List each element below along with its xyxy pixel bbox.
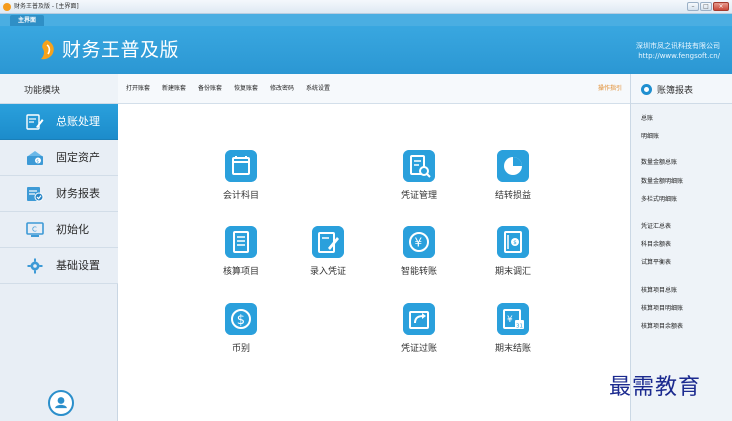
right-panel-header: 账簿报表 [631,74,732,104]
right-panel: 账簿报表 总账 明细账 数量金额总账 数量金额明细账 多栏式明细账 凭证汇总表 … [630,74,732,421]
svg-text:$: $ [237,313,245,328]
tile-label: 结转损益 [494,191,531,201]
tile-label: 核算项目 [222,267,259,277]
sidebar-item-general-ledger[interactable]: 总账处理 [0,104,118,140]
brand-logo-icon [41,40,54,60]
sidebar-item-basic-settings[interactable]: 基础设置 [0,248,118,284]
tab-main[interactable]: 主界面 [10,15,45,26]
pie-chart-icon [497,150,529,182]
tile-voucher-posting[interactable]: 凭证过账 [383,303,453,363]
sidebar-item-label: 财务报表 [56,187,100,200]
report-link[interactable]: 凭证汇总表 [641,222,671,231]
fixed-assets-icon: $ [27,151,43,165]
report-link[interactable]: 试算平衡表 [641,258,671,267]
close-button[interactable]: × [713,2,729,11]
tile-voucher-management[interactable]: 凭证管理 [383,150,453,210]
yen-transfer-icon: ¥ [403,226,435,258]
tile-enter-voucher[interactable]: 录入凭证 [292,226,362,286]
right-panel-heading: 账簿报表 [657,86,694,96]
tile-label: 会计科目 [222,191,259,201]
tile-label: 凭证管理 [400,191,437,201]
svg-text:$: $ [36,158,39,164]
company-info: 深圳市凤之讯科技有限公司 http://www.fengsoft.cn/ [636,41,720,61]
calendar-icon [225,150,257,182]
sidebar-header: 功能模块 [0,74,118,104]
posting-arrow-icon [403,303,435,335]
edit-document-icon [312,226,344,258]
sidebar-item-label: 固定资产 [56,151,100,164]
main-workspace: 会计科目 凭证管理 结转损益 核算项目 录入凭证 ¥ 智能转账 $ 期末调汇 $… [118,104,630,421]
report-link[interactable]: 数量金额总账 [641,158,677,167]
tile-label: 期末结账 [494,344,531,354]
report-link[interactable]: 明细账 [641,132,659,141]
dollar-coin-icon: $ [225,303,257,335]
exchange-book-icon: $ [497,226,529,258]
tab-strip: 主界面 [0,14,732,26]
company-url[interactable]: http://www.fengsoft.cn/ [636,51,720,61]
backup-ledger-link[interactable]: 备份账套 [198,84,222,93]
tile-accounting-items[interactable]: 核算项目 [205,226,275,286]
sidebar-item-financial-reports[interactable]: 财务报表 [0,176,118,212]
tile-period-end-exchange[interactable]: $ 期末调汇 [477,226,547,286]
brand-title: 财务王普及版 [62,39,180,61]
tile-smart-transfer[interactable]: ¥ 智能转账 [383,226,453,286]
company-name: 深圳市凤之讯科技有限公司 [636,42,720,50]
svg-text:¥: ¥ [507,315,513,325]
report-link[interactable]: 核算项目总账 [641,286,677,295]
user-avatar-icon[interactable] [48,390,74,416]
tile-label: 录入凭证 [309,267,346,277]
report-link[interactable]: 多栏式明细账 [641,195,677,204]
sidebar-heading: 功能模块 [24,86,61,96]
watermark-text: 最需教育 [609,375,702,400]
svg-text:¥: ¥ [415,236,423,250]
restore-ledger-link[interactable]: 恢复账套 [234,84,258,93]
left-sidebar: 功能模块 总账处理 $ 固定资产 财务报表 C 初始化 基础设置 [0,74,118,421]
sidebar-item-label: 基础设置 [56,259,100,272]
svg-text:C: C [32,226,37,234]
gear-icon [27,258,43,274]
voucher-search-icon [403,150,435,182]
app-icon [3,3,11,11]
change-password-link[interactable]: 修改密码 [270,84,294,93]
tile-profit-loss-transfer[interactable]: 结转损益 [477,150,547,210]
yen-calendar-icon: ¥ 31 [497,303,529,335]
title-bar: 财务王普及版 - [主界面] – □ × [0,0,732,14]
header-banner: 财务王普及版 深圳市凤之讯科技有限公司 http://www.fengsoft.… [0,26,732,74]
report-check-icon [27,187,44,202]
sidebar-item-label: 初始化 [56,223,89,236]
document-list-icon [225,226,257,258]
tile-label: 凭证过账 [400,344,437,354]
window-controls: – □ × [687,2,729,12]
books-reports-icon [641,84,652,95]
tile-label: 期末调汇 [494,267,531,277]
sidebar-item-label: 总账处理 [56,115,100,128]
sidebar-item-initialization[interactable]: C 初始化 [0,212,118,248]
tile-label: 智能转账 [400,267,437,277]
report-link[interactable]: 科目余额表 [641,240,671,249]
svg-text:31: 31 [516,324,523,330]
report-link[interactable]: 总账 [641,114,653,123]
minimize-button[interactable]: – [687,2,699,11]
svg-text:$: $ [513,240,517,246]
operation-guide-link[interactable]: 操作指引 [598,84,622,93]
maximize-button[interactable]: □ [700,2,712,11]
tile-currency[interactable]: $ 币别 [205,303,275,363]
system-settings-link[interactable]: 系统设置 [306,84,330,93]
ledger-pen-icon [26,114,44,130]
tile-label: 币别 [231,344,250,354]
sidebar-item-fixed-assets[interactable]: $ 固定资产 [0,140,118,176]
report-link[interactable]: 核算项目明细账 [641,304,683,313]
new-ledger-link[interactable]: 新建账套 [162,84,186,93]
main-toolbar: 打开账套 新建账套 备份账套 恢复账套 修改密码 系统设置 操作指引 [118,74,630,104]
init-monitor-icon: C [26,222,44,237]
window-title: 财务王普及版 - [主界面] [14,3,79,10]
report-link[interactable]: 核算项目余额表 [641,322,683,331]
tile-period-end-closing[interactable]: ¥ 31 期末结账 [477,303,547,363]
report-link[interactable]: 数量金额明细账 [641,177,683,186]
open-ledger-link[interactable]: 打开账套 [126,84,150,93]
tile-accounting-subjects[interactable]: 会计科目 [205,150,275,210]
app-window: 财务王普及版 - [主界面] – □ × 主界面 财务王普及版 深圳市凤之讯科技… [0,0,732,421]
